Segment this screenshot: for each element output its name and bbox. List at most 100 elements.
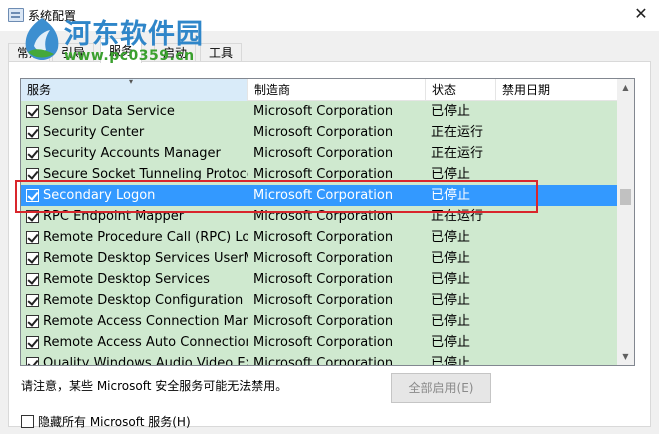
msconfig-app-icon [8, 8, 24, 22]
service-status: 已停止 [431, 314, 471, 329]
service-manufacturer: Microsoft Corporation [253, 125, 394, 140]
close-icon[interactable]: ✕ [628, 2, 654, 26]
service-name: Remote Desktop Configuration [43, 293, 244, 308]
service-manufacturer: Microsoft Corporation [253, 209, 394, 224]
service-row[interactable]: Remote Access Auto Connection ... Microso… [21, 332, 617, 353]
service-row[interactable]: Remote Access Connection Man... Microsoft… [21, 311, 617, 332]
service-row[interactable]: Remote Desktop Configuration Microsoft Co… [21, 290, 617, 311]
service-row[interactable]: Remote Procedure Call (RPC) Loc... Micros… [21, 227, 617, 248]
service-checkbox[interactable] [26, 210, 39, 223]
service-checkbox[interactable] [26, 189, 39, 202]
column-header-status[interactable]: 状态 [426, 79, 496, 101]
service-disabled-date [501, 269, 617, 290]
service-manufacturer: Microsoft Corporation [253, 251, 394, 266]
service-status: 已停止 [431, 104, 471, 119]
service-manufacturer: Microsoft Corporation [253, 188, 394, 203]
service-disabled-date [501, 122, 617, 143]
service-status: 已停止 [431, 356, 471, 365]
security-note: 请注意，某些 Microsoft 安全服务可能无法禁用。 [21, 379, 288, 393]
service-name: Remote Access Connection Man... [43, 314, 248, 329]
service-checkbox[interactable] [26, 294, 39, 307]
services-list: ▾ 服务 制造商 状态 禁用日期 Sensor Data Service Micr… [20, 78, 635, 366]
service-checkbox[interactable] [26, 147, 39, 160]
tab-startup[interactable]: 启动 [154, 43, 197, 62]
scroll-thumb[interactable] [620, 189, 631, 205]
service-name: RPC Endpoint Mapper [43, 209, 185, 224]
column-header-disabled-date[interactable]: 禁用日期 [496, 79, 617, 101]
service-row[interactable]: Quality Windows Audio Video Ex... Microso… [21, 353, 617, 365]
service-manufacturer: Microsoft Corporation [253, 167, 394, 182]
list-header: ▾ 服务 制造商 状态 禁用日期 [21, 79, 617, 101]
title-bar: 系统配置 ✕ [0, 0, 659, 31]
service-name: Security Accounts Manager [43, 146, 221, 161]
service-name: Secure Socket Tunneling Protoco... [43, 167, 248, 182]
service-manufacturer: Microsoft Corporation [253, 335, 394, 350]
column-header-label: 禁用日期 [502, 83, 551, 97]
service-disabled-date [501, 332, 617, 353]
service-manufacturer: Microsoft Corporation [253, 146, 394, 161]
service-manufacturer: Microsoft Corporation [253, 293, 394, 308]
column-header-manufacturer[interactable]: 制造商 [248, 79, 426, 101]
tab-tools[interactable]: 工具 [200, 43, 243, 62]
service-manufacturer: Microsoft Corporation [253, 230, 394, 245]
service-status: 已停止 [431, 230, 471, 245]
window-title: 系统配置 [28, 9, 77, 23]
service-name: Remote Desktop Services [43, 272, 210, 287]
column-header-label: 状态 [432, 83, 457, 97]
service-name: Remote Access Auto Connection ... [43, 335, 248, 350]
tab-boot[interactable]: 引导 [52, 43, 95, 62]
service-status: 已停止 [431, 167, 471, 182]
scroll-down-icon[interactable]: ▼ [617, 348, 634, 365]
checkbox-box[interactable] [21, 415, 34, 428]
vertical-scrollbar[interactable]: ▲ ▼ [617, 79, 634, 365]
service-row[interactable]: Security Accounts Manager Microsoft Corpo… [21, 143, 617, 164]
enable-all-button[interactable]: 全部启用(E) [391, 373, 491, 403]
service-row[interactable]: Sensor Data Service Microsoft Corporation… [21, 101, 617, 122]
service-checkbox[interactable] [26, 252, 39, 265]
column-header-service[interactable]: ▾ 服务 [21, 79, 248, 101]
tab-services[interactable]: 服务 [100, 38, 143, 63]
service-status: 正在运行 [431, 146, 484, 161]
service-disabled-date [501, 353, 617, 365]
service-row[interactable]: Secure Socket Tunneling Protoco... Micros… [21, 164, 617, 185]
service-disabled-date [501, 227, 617, 248]
scroll-up-icon[interactable]: ▲ [617, 79, 634, 96]
service-status: 已停止 [431, 188, 471, 203]
service-checkbox[interactable] [26, 168, 39, 181]
service-row-selected[interactable]: Secondary Logon Microsoft Corporation 已停止 [21, 185, 617, 206]
service-checkbox[interactable] [26, 357, 39, 365]
service-status: 已停止 [431, 335, 471, 350]
service-checkbox[interactable] [26, 336, 39, 349]
service-name: Secondary Logon [43, 188, 156, 203]
tab-general[interactable]: 常规 [8, 43, 51, 62]
service-row[interactable]: Security Center Microsoft Corporation 正在运行 [21, 122, 617, 143]
column-header-label: 制造商 [254, 83, 291, 97]
service-disabled-date [501, 290, 617, 311]
service-checkbox[interactable] [26, 126, 39, 139]
service-disabled-date [501, 185, 617, 206]
service-status: 已停止 [431, 293, 471, 308]
service-disabled-date [501, 206, 617, 227]
service-checkbox[interactable] [26, 105, 39, 118]
column-header-label: 服务 [27, 83, 52, 97]
service-disabled-date [501, 101, 617, 122]
service-name: Security Center [43, 125, 145, 140]
service-disabled-date [501, 164, 617, 185]
service-checkbox[interactable] [26, 315, 39, 328]
service-row[interactable]: Remote Desktop Services Microsoft Corpora… [21, 269, 617, 290]
service-disabled-date [501, 248, 617, 269]
service-checkbox[interactable] [26, 231, 39, 244]
sort-arrow-icon: ▾ [129, 78, 134, 86]
tab-strip: 常规 引导 服务 启动 工具 [8, 38, 648, 63]
service-status: 正在运行 [431, 125, 484, 140]
service-name: Remote Procedure Call (RPC) Loc... [43, 230, 248, 245]
service-status: 已停止 [431, 251, 471, 266]
service-row[interactable]: RPC Endpoint Mapper Microsoft Corporation… [21, 206, 617, 227]
service-manufacturer: Microsoft Corporation [253, 272, 394, 287]
service-status: 已停止 [431, 272, 471, 287]
list-rows: Sensor Data Service Microsoft Corporation… [21, 101, 617, 365]
service-row[interactable]: Remote Desktop Services UserM... Microsof… [21, 248, 617, 269]
service-name: Sensor Data Service [43, 104, 175, 119]
service-checkbox[interactable] [26, 273, 39, 286]
hide-microsoft-services-label: 隐藏所有 Microsoft 服务(H) [38, 415, 191, 429]
